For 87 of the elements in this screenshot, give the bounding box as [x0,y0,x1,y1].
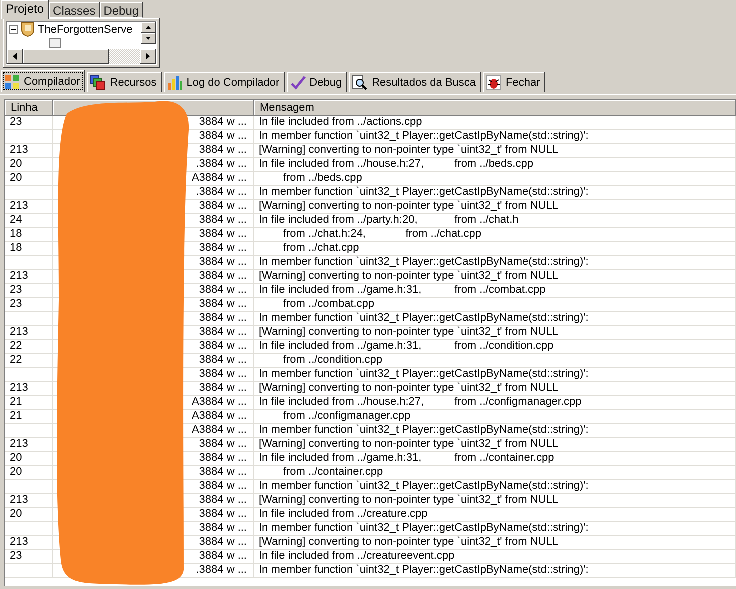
scroll-left-button[interactable] [7,49,23,64]
down-arrow-icon [146,37,151,40]
message-cell: In file included from ../game.h:31, from ../combat.cpp [254,284,736,297]
up-arrow-icon [146,26,151,29]
line-number: 23 [5,550,53,563]
left-arrow-icon [13,53,17,60]
collapse-icon[interactable] [9,25,18,34]
panel-tab[interactable]: Compilador [1,70,86,92]
message-cell: [Warning] converting to non-pointer type `uint32_t' from NULL [254,144,736,157]
line-number: 23 [5,298,53,311]
line-number: 23 [5,116,53,129]
file-icon [49,38,61,48]
message-cell: In member function `uint32_t Player::getCastIpByName(std::string)': [254,312,736,325]
message-cell: In file included from ../creatureevent.cpp [254,550,736,563]
bar-chart-icon [166,74,183,90]
project-icon [20,22,36,37]
line-number: 213 [5,438,53,451]
message-cell: [Warning] converting to non-pointer type `uint32_t' from NULL [254,494,736,507]
line-number: 23 [5,284,53,297]
line-number: 20 [5,172,53,185]
message-cell: from ../chat.cpp [254,242,736,255]
message-cell: In member function `uint32_t Player::getCastIpByName(std::string)': [254,522,736,535]
stacked-squares-icon [90,74,106,90]
line-number: 213 [5,144,53,157]
message-cell: [Warning] converting to non-pointer type `uint32_t' from NULL [254,382,736,395]
message-cell: [Warning] converting to non-pointer type `uint32_t' from NULL [254,270,736,283]
message-cell: [Warning] converting to non-pointer type `uint32_t' from NULL [254,326,736,339]
message-cell: from ../chat.h:24, from ../chat.cpp [254,228,736,241]
grid-icon [4,74,20,90]
message-cell: In file included from ../house.h:27, from ../configmanager.cpp [254,396,736,409]
message-cell: In member function `uint32_t Player::getCastIpByName(std::string)': [254,424,736,437]
scroll-right-button[interactable] [140,49,156,64]
message-cell: In file included from ../game.h:31, from ../container.cpp [254,452,736,465]
line-number: 18 [5,242,53,255]
line-number: 213 [5,382,53,395]
panel-tab[interactable]: Debug [286,72,348,92]
line-number: 213 [5,200,53,213]
message-cell: In member function `uint32_t Player::getCastIpByName(std::string)': [254,186,736,199]
message-cell: In file included from ../party.h:20, from ../chat.h [254,214,736,227]
line-number: 22 [5,354,53,367]
panel-tab[interactable]: Fechar [483,72,546,92]
message-cell: In member function `uint32_t Player::getCastIpByName(std::string)': [254,368,736,381]
message-cell: [Warning] converting to non-pointer type `uint32_t' from NULL [254,438,736,451]
search-icon [352,74,368,90]
line-number: 20 [5,466,53,479]
message-cell: from ../condition.cpp [254,354,736,367]
scrollbar-thumb[interactable] [23,49,109,64]
message-cell: In file included from ../game.h:31, from ../condition.cpp [254,340,736,353]
message-cell: [Warning] converting to non-pointer type `uint32_t' from NULL [254,200,736,213]
scroll-up-button[interactable] [141,22,156,33]
line-number: 21 [5,410,53,423]
message-cell: In member function `uint32_t Player::getCastIpByName(std::string)': [254,256,736,269]
panel-tab[interactable]: Resultados da Busca [349,72,482,92]
bug-icon [486,74,502,90]
line-number: 213 [5,326,53,339]
line-number: 21 [5,396,53,409]
line-number: 24 [5,214,53,227]
line-number: 20 [5,452,53,465]
check-icon [290,74,306,90]
message-cell: from ../beds.cpp [254,172,736,185]
message-cell: In member function `uint32_t Player::getCastIpByName(std::string)': [254,130,736,143]
panel-tab[interactable]: Debug [100,2,144,18]
line-number: 20 [5,508,53,521]
message-cell: [Warning] converting to non-pointer type `uint32_t' from NULL [254,536,736,549]
message-cell: from ../configmanager.cpp [254,410,736,423]
panel-tab[interactable]: Log do Compilador [164,72,285,92]
tree-item[interactable]: TheForgottenServe [38,24,133,36]
line-number: 22 [5,340,53,353]
message-cell: from ../container.cpp [254,466,736,479]
message-cell: from ../combat.cpp [254,298,736,311]
line-number: 213 [5,536,53,549]
message-cell: In file included from ../house.h:27, from ../beds.cpp [254,158,736,171]
column-header[interactable]: Linha [5,100,53,116]
message-cell: In member function `uint32_t Player::getCastIpByName(std::string)': [254,480,736,493]
panel-tab[interactable]: Classes [49,2,100,18]
line-number: 213 [5,494,53,507]
column-header[interactable]: Mensagem [254,100,736,116]
panel-tab[interactable]: Recursos [87,72,162,92]
scroll-down-button[interactable] [141,33,156,44]
right-arrow-icon [146,53,150,60]
line-number: 20 [5,158,53,171]
line-number: 18 [5,228,53,241]
panel-tab[interactable]: Projeto [1,0,50,19]
message-cell: In file included from ../actions.cpp [254,116,736,129]
message-cell: In file included from ../creature.cpp [254,508,736,521]
line-number: 213 [5,270,53,283]
message-cell: In member function `uint32_t Player::getCastIpByName(std::string)': [254,564,736,577]
